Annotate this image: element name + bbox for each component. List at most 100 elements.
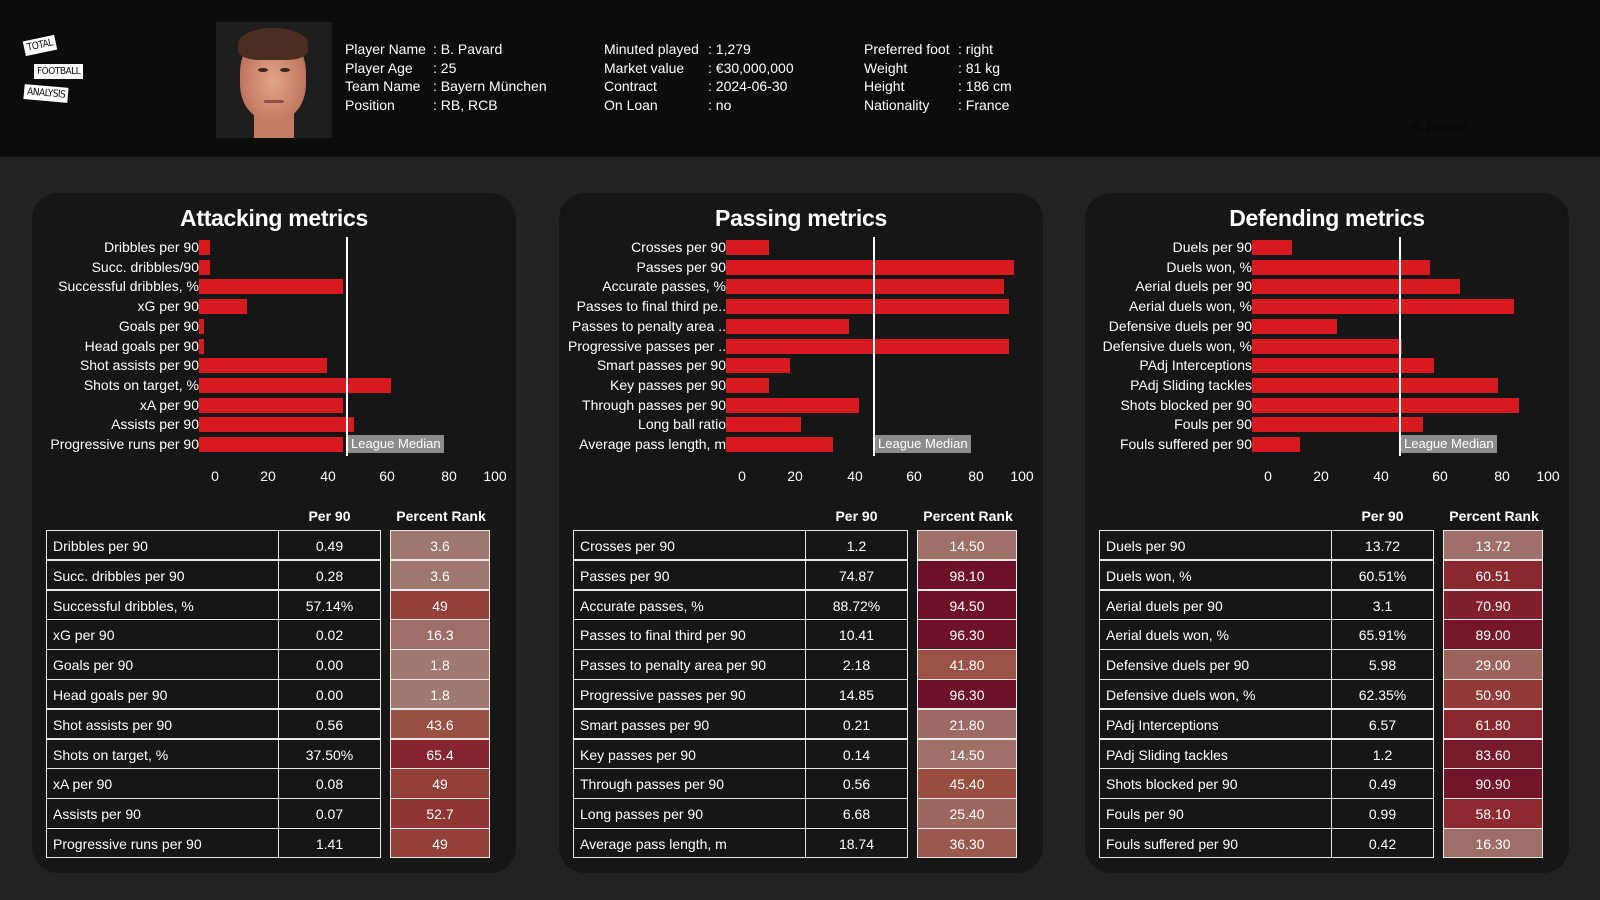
bar xyxy=(1252,259,1430,275)
metric-name-cell: Passes to final third per 90 xyxy=(573,619,806,650)
info-key: Minuted played xyxy=(604,41,699,57)
panel-title: Defending metrics xyxy=(1229,205,1425,231)
info-key: Player Age xyxy=(345,59,413,76)
table-row: Shots on target, % 37.50% 65.4 xyxy=(46,738,490,769)
table-row: Passes to penalty area per 90 2.18 41.80 xyxy=(573,649,1017,680)
info-key: Height xyxy=(864,78,905,94)
table-row: Progressive passes per 90 14.85 96.30 xyxy=(573,679,1017,710)
info-key: Position xyxy=(345,96,395,113)
info-key: Player Name xyxy=(345,41,426,57)
percent-rank-cell: 89.00 xyxy=(1443,619,1543,650)
table-row: Successful dribbles, % 57.14% 49 xyxy=(46,589,490,620)
logo-line-3: ANALYSIS xyxy=(23,84,69,103)
percent-rank-cell: 14.50 xyxy=(917,738,1017,769)
percent-rank-cell: 61.80 xyxy=(1443,708,1543,740)
per90-value-cell: 2.18 xyxy=(805,649,908,680)
percent-rank-cell: 70.90 xyxy=(1443,589,1543,620)
bar-label: Fouls per 90 xyxy=(1174,416,1252,433)
league-median-line xyxy=(873,237,875,456)
metric-name-cell: Shot assists per 90 xyxy=(46,708,279,740)
percent-rank-cell: 16.3 xyxy=(390,619,490,650)
info-key: On Loan xyxy=(604,96,658,113)
x-tick-label: 40 xyxy=(1373,467,1389,484)
per90-value-cell: 37.50% xyxy=(278,738,381,769)
per90-value-cell: 1.2 xyxy=(1331,738,1434,769)
bar-label: Progressive runs per 90 xyxy=(50,436,199,452)
ghost-player-name: B. Pavard xyxy=(1411,120,1469,135)
per90-value-cell: 0.14 xyxy=(805,738,908,769)
defending-metrics-panel: Defending metrics Duels per 90 Duels won, … xyxy=(1085,193,1569,873)
per90-value-cell: 0.00 xyxy=(278,649,381,680)
player-info-row: Team Name : Bayern München xyxy=(345,77,547,96)
percent-rank-cell: 98.10 xyxy=(917,559,1017,591)
percent-rank-cell: 90.90 xyxy=(1443,768,1543,799)
bar xyxy=(199,318,205,334)
info-key: Market value xyxy=(604,59,685,76)
table-row: Head goals per 90 0.00 1.8 xyxy=(46,679,490,710)
table-row: Passes to final third per 90 10.41 96.30 xyxy=(573,619,1017,650)
bar xyxy=(199,397,344,413)
bar xyxy=(199,240,210,255)
x-tick-label: 40 xyxy=(847,467,863,484)
bar xyxy=(1252,318,1338,334)
league-median-label: League Median xyxy=(1401,435,1497,453)
x-tick-label: 60 xyxy=(906,467,922,484)
total-football-analysis-logo: TOTAL FOOTBALL ANALYSIS xyxy=(22,34,96,110)
info-value: : no xyxy=(708,96,732,113)
per90-value-cell: 5.98 xyxy=(1331,649,1434,680)
metric-name-cell: Succ. dribbles per 90 xyxy=(46,559,279,591)
bar xyxy=(199,377,392,393)
x-tick-label: 80 xyxy=(968,467,984,484)
metric-name-cell: Aerial duels won, % xyxy=(1099,619,1332,650)
player-info-row: Player Age : 25 xyxy=(345,59,547,78)
bar-label: Key passes per 90 xyxy=(610,376,726,393)
metric-name-cell: Progressive runs per 90 xyxy=(46,828,279,859)
metric-name-cell: Progressive passes per 90 xyxy=(573,679,806,710)
table-row: Progressive runs per 90 1.41 49 xyxy=(46,828,490,859)
logo-line-1: TOTAL xyxy=(22,34,58,57)
metric-name-cell: Accurate passes, % xyxy=(573,589,806,620)
info-value: : B. Pavard xyxy=(433,41,503,57)
per90-value-cell: 0.00 xyxy=(278,679,381,710)
per90-value-cell: 0.49 xyxy=(1331,768,1434,799)
x-tick-label: 100 xyxy=(1536,467,1560,484)
bar xyxy=(199,259,210,275)
info-key: Team Name xyxy=(345,78,421,94)
bar-label: Assists per 90 xyxy=(111,416,199,433)
bar-label: Aerial duels won, % xyxy=(1129,298,1252,315)
per90-value-cell: 10.41 xyxy=(805,619,908,650)
info-value: : Bayern München xyxy=(433,78,547,94)
per90-value-cell: 0.42 xyxy=(1331,828,1434,859)
league-median-line xyxy=(1399,237,1401,456)
bar-label: Shots on target, % xyxy=(83,376,199,393)
bar-label: Dribbles per 90 xyxy=(104,239,199,255)
percent-rank-cell: 1.8 xyxy=(390,649,490,680)
bar-label: PAdj Interceptions xyxy=(1139,357,1252,374)
bar-label: Long ball ratio xyxy=(638,416,726,433)
table-row: Fouls suffered per 90 0.42 16.30 xyxy=(1099,828,1543,859)
bar xyxy=(1252,397,1520,413)
metric-name-cell: Defensive duels won, % xyxy=(1099,679,1332,710)
bar xyxy=(199,279,344,295)
bar-label: Smart passes per 90 xyxy=(596,357,726,374)
x-tick-label: 20 xyxy=(260,467,276,484)
percent-rank-cell: 29.00 xyxy=(1443,649,1543,680)
info-value: : 186 cm xyxy=(958,78,1012,94)
column-header-per90: Per 90 xyxy=(1361,508,1404,524)
bar xyxy=(1252,279,1461,295)
info-value: : 25 xyxy=(433,59,457,76)
player-info-row: On Loan : no xyxy=(604,96,794,115)
bar xyxy=(726,417,801,433)
metric-name-cell: xA per 90 xyxy=(46,768,279,799)
info-value: : right xyxy=(958,41,994,57)
column-header-percent-rank: Percent Rank xyxy=(1449,508,1539,524)
column-header-percent-rank: Percent Rank xyxy=(396,508,486,524)
metric-name-cell: Dribbles per 90 xyxy=(46,530,279,561)
metric-name-cell: Through passes per 90 xyxy=(573,768,806,799)
bar-label: xG per 90 xyxy=(137,298,199,315)
table-row: Dribbles per 90 0.49 3.6 xyxy=(46,530,490,561)
info-value: : RB, RCB xyxy=(433,96,498,113)
metric-name-cell: Smart passes per 90 xyxy=(573,708,806,740)
per90-value-cell: 0.28 xyxy=(278,559,381,591)
bar xyxy=(1252,437,1300,452)
